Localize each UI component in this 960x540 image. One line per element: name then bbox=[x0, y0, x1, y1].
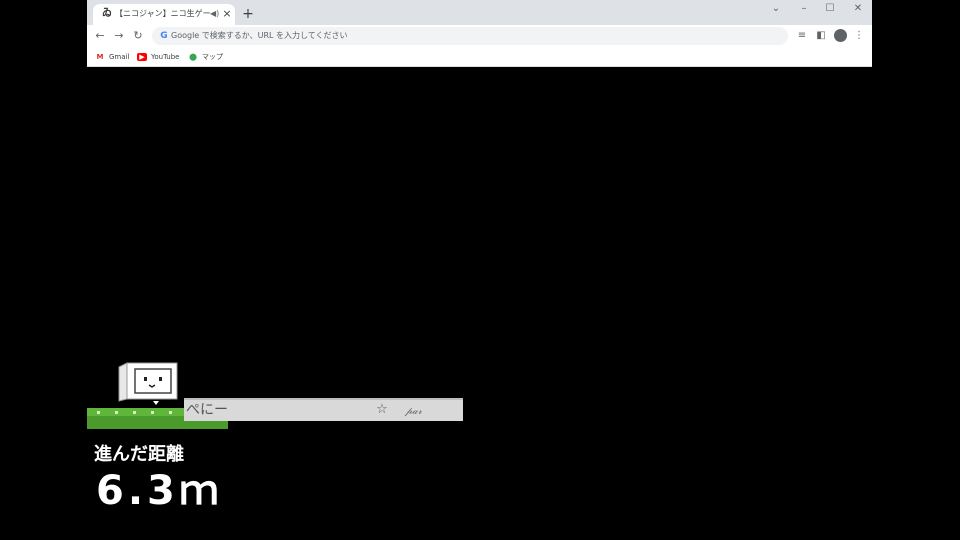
signature-text: 𝓅𝒶𝓇 bbox=[405, 406, 422, 417]
distance-value: 6.3ｍ bbox=[96, 468, 223, 514]
maximize-button[interactable]: ☐ bbox=[821, 2, 839, 16]
new-tab-button[interactable]: + bbox=[240, 6, 256, 22]
forward-button[interactable]: → bbox=[112, 29, 126, 43]
youtube-icon: ▶ bbox=[137, 53, 147, 61]
profile-icon[interactable] bbox=[834, 29, 847, 42]
star-icon: ☆ bbox=[376, 402, 388, 417]
bookmark-label: YouTube bbox=[151, 53, 180, 61]
game-canvas[interactable]: ぺにー ☆ 𝓅𝒶𝓇 進んだ距離 6.3ｍ bbox=[87, 67, 872, 540]
niconico-favicon-icon: ゐ bbox=[102, 8, 112, 19]
address-placeholder: Google で検索するか、URL を入力してください bbox=[171, 31, 348, 40]
bookmark-maps[interactable]: ⬤ マップ bbox=[188, 51, 223, 63]
menu-icon[interactable]: ⋮ bbox=[852, 29, 866, 43]
comment-bar: ぺにー ☆ 𝓅𝒶𝓇 bbox=[184, 398, 463, 421]
tab-active[interactable]: ゐ 【ニコジャン】ニコ生ゲーム練習(ゆ ◀) × bbox=[93, 4, 235, 25]
tab-search-button[interactable]: ⌄ bbox=[767, 2, 785, 16]
maps-icon: ⬤ bbox=[189, 53, 197, 61]
browser-window: ゐ 【ニコジャン】ニコ生ゲーム練習(ゆ ◀) × + ⌄ – ☐ ✕ ← → ↻… bbox=[87, 0, 872, 540]
tab-strip: ゐ 【ニコジャン】ニコ生ゲーム練習(ゆ ◀) × + ⌄ – ☐ ✕ bbox=[87, 0, 872, 25]
distance-label: 進んだ距離 bbox=[94, 444, 184, 465]
player-character bbox=[117, 361, 179, 407]
ground-dot bbox=[169, 411, 172, 414]
ground-dot bbox=[97, 411, 100, 414]
back-button[interactable]: ← bbox=[93, 29, 107, 43]
ground-dot bbox=[151, 411, 154, 414]
tab-title: 【ニコジャン】ニコ生ゲーム練習(ゆ bbox=[115, 9, 211, 18]
close-window-button[interactable]: ✕ bbox=[849, 2, 867, 16]
reload-button[interactable]: ↻ bbox=[131, 29, 145, 43]
address-bar[interactable]: G Google で検索するか、URL を入力してください bbox=[152, 27, 788, 45]
bookmark-youtube[interactable]: ▶ YouTube bbox=[137, 51, 179, 63]
bookmark-label: マップ bbox=[202, 53, 223, 61]
speaker-icon[interactable]: ◀) bbox=[210, 8, 220, 20]
bookmarks-bar: M Gmail ▶ YouTube ⬤ マップ bbox=[87, 47, 872, 67]
side-panel-icon[interactable]: ◧ bbox=[814, 29, 828, 43]
reading-list-icon[interactable]: ≡ bbox=[795, 29, 809, 43]
ground-dot bbox=[133, 411, 136, 414]
tab-close-button[interactable]: × bbox=[221, 7, 233, 21]
minimize-button[interactable]: – bbox=[795, 2, 813, 16]
bookmark-gmail[interactable]: M Gmail bbox=[95, 51, 130, 63]
tv-box-character-icon bbox=[118, 362, 178, 405]
google-icon: G bbox=[160, 31, 168, 41]
toolbar: ← → ↻ G Google で検索するか、URL を入力してください ≡ ◧ … bbox=[87, 25, 872, 47]
bookmark-label: Gmail bbox=[109, 53, 130, 61]
gmail-icon: M bbox=[96, 53, 104, 61]
commenter-name: ぺにー bbox=[186, 402, 228, 418]
ground-dot bbox=[115, 411, 118, 414]
